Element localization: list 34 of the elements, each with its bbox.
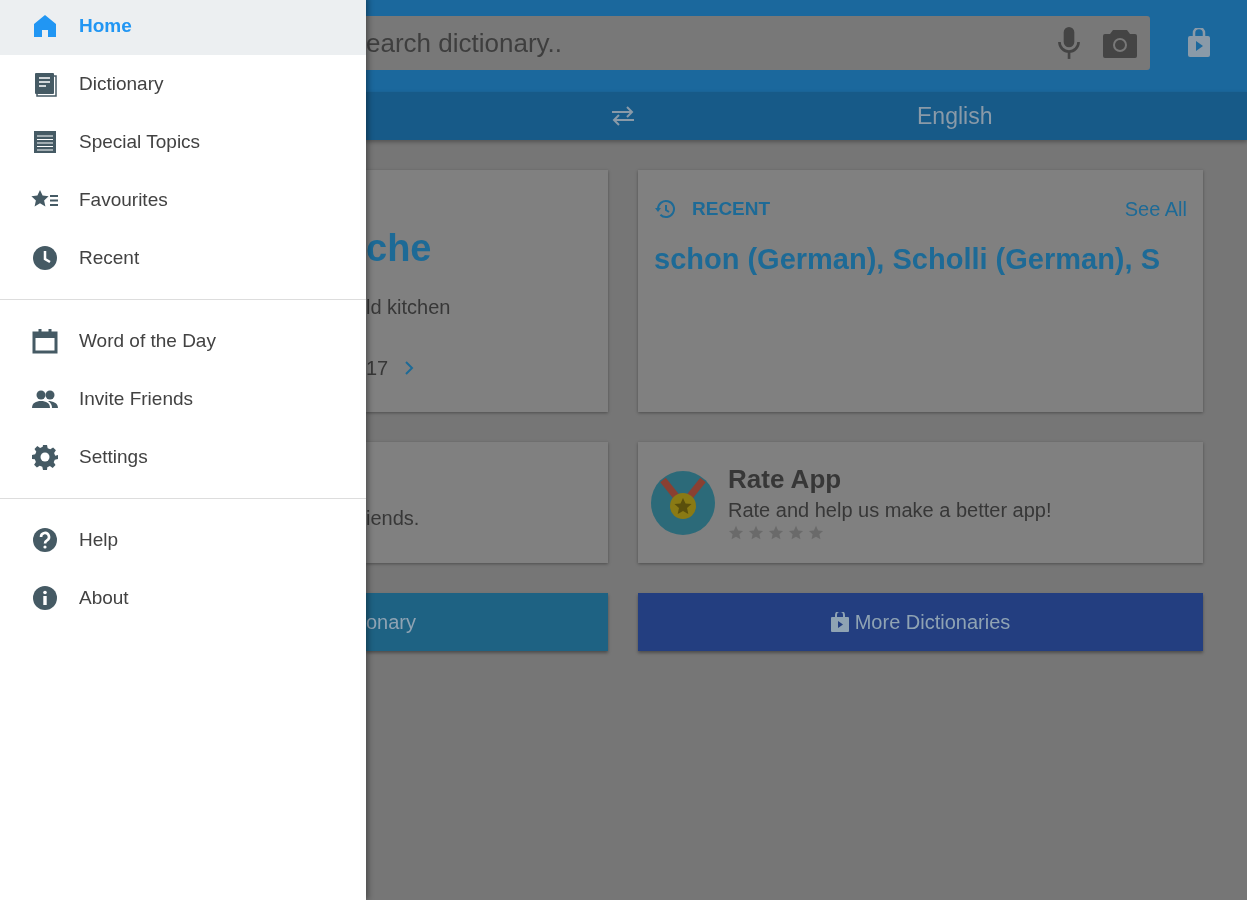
drawer-item[interactable]: Special Topics [0, 113, 366, 171]
shopping-bag-icon[interactable] [1186, 28, 1211, 58]
shopping-bag-icon [830, 612, 849, 632]
word-title: che [366, 228, 432, 270]
home-icon [31, 12, 59, 40]
help-icon [31, 526, 59, 554]
microphone-icon[interactable] [1056, 26, 1082, 60]
history-icon [654, 199, 676, 219]
list-icon [31, 128, 59, 156]
drawer-item[interactable]: Favourites [0, 171, 366, 229]
search-field[interactable]: earch dictionary.. [366, 16, 1150, 70]
invite-text: iends. [366, 506, 420, 531]
drawer-item[interactable]: Recent [0, 229, 366, 287]
clock-icon [31, 244, 59, 272]
more-dictionaries-button[interactable]: More Dictionaries [638, 593, 1203, 651]
drawer-item[interactable]: Dictionary [0, 55, 366, 113]
chevron-right-icon[interactable] [404, 359, 415, 376]
drawer-item[interactable]: Settings [0, 428, 366, 486]
word-meaning: ld kitchen [366, 294, 451, 320]
search-input[interactable]: earch dictionary.. [366, 23, 1056, 63]
info-icon [31, 584, 59, 612]
drawer-item[interactable]: Invite Friends [0, 370, 366, 428]
drawer-item[interactable]: About [0, 569, 366, 627]
medal-icon [650, 469, 716, 536]
drawer-item[interactable]: Word of the Day [0, 312, 366, 370]
calendar-icon [31, 327, 59, 355]
swap-icon[interactable] [610, 105, 636, 127]
word-date: 17 [366, 355, 389, 381]
settings-icon [31, 443, 59, 471]
rate-text: Rate and help us make a better app! [728, 498, 1052, 524]
drawer-item[interactable]: Help [0, 511, 366, 569]
rate-title: Rate App [728, 463, 843, 496]
recent-heading: RECENT [692, 196, 771, 221]
camera-icon[interactable] [1102, 27, 1138, 59]
